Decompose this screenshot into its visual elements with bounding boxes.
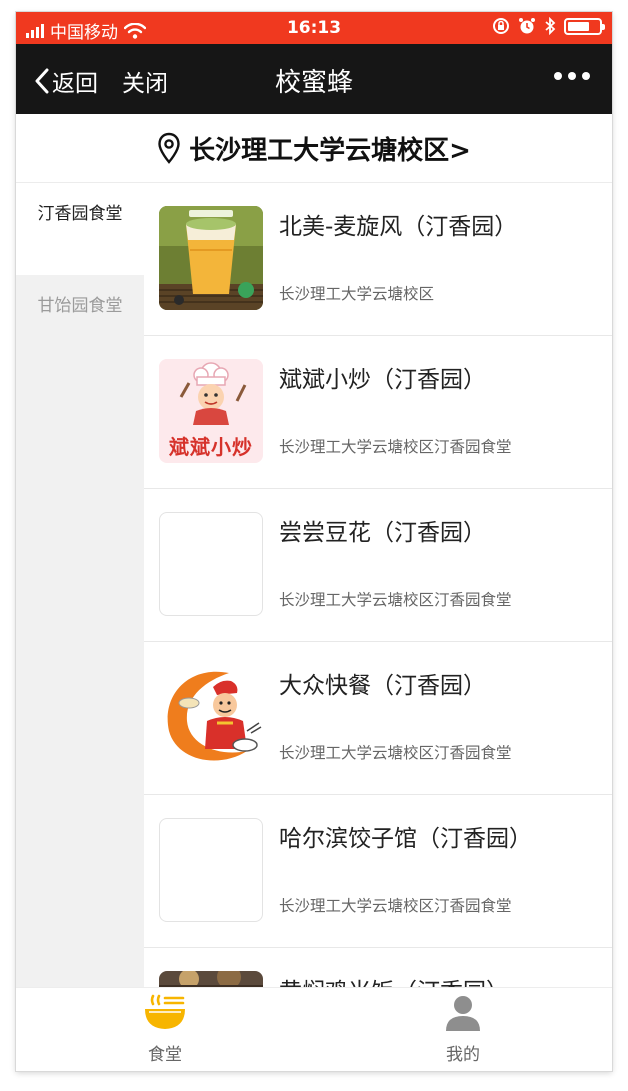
campus-name: 长沙理工大学云塘校区> (189, 135, 471, 166)
sidebar-item-label: 甘饴园食堂 (37, 296, 123, 316)
store-row[interactable]: 斌斌小炒 斌斌小炒（汀香园） 长沙理工大学云塘校区汀香园食堂 (144, 336, 612, 489)
store-address: 长沙理工大学云塘校区 (279, 285, 435, 303)
store-address: 长沙理工大学云塘校区汀香园食堂 (279, 897, 512, 915)
tab-bar: 食堂 我的 (16, 987, 612, 1071)
store-name: 北美-麦旋风（汀香园） (279, 214, 518, 240)
canteen-sidebar: 汀香园食堂 甘饴园食堂 (16, 183, 144, 987)
sidebar-item-ganyiyuan[interactable]: 甘饴园食堂 (16, 275, 144, 367)
status-right (492, 17, 605, 35)
store-name: 尝尝豆花（汀香园） (279, 520, 486, 546)
food-photo (159, 971, 263, 987)
store-row[interactable]: 黄焖鸡米饭（汀香园） (144, 948, 612, 987)
tab-canteen[interactable]: 食堂 (16, 988, 314, 1071)
battery-fill (568, 21, 589, 31)
nav-bar: 返回 关闭 校蜜蜂 (16, 44, 612, 114)
store-thumbnail (159, 206, 263, 310)
tab-label: 我的 (446, 1045, 480, 1065)
sidebar-item-label: 汀香园食堂 (37, 204, 123, 224)
store-name: 黄焖鸡米饭（汀香园） (279, 972, 509, 987)
milk-tea-photo (159, 206, 263, 310)
status-bar: 中国移动 16:13 (16, 12, 612, 44)
logo-text: 斌斌小炒 (169, 435, 253, 459)
store-thumbnail-blank (159, 818, 263, 922)
phone-screen: 中国移动 16:13 返回 关闭 校蜜蜂 长沙理工大学云塘校区> 汀香园食堂 甘… (16, 12, 612, 1071)
store-thumbnail: 斌斌小炒 (159, 359, 263, 463)
store-row[interactable]: 北美-麦旋风（汀香园） 长沙理工大学云塘校区 (144, 183, 612, 336)
more-dot (554, 72, 562, 80)
more-dot (568, 72, 576, 80)
cartoon-chef-logo (159, 665, 263, 769)
person-icon (446, 996, 480, 1031)
sidebar-item-tingxiangyuan[interactable]: 汀香园食堂 (16, 183, 144, 275)
store-name: 斌斌小炒（汀香园） (279, 367, 486, 393)
store-address: 长沙理工大学云塘校区汀香园食堂 (279, 744, 512, 762)
store-row[interactable]: 大众快餐（汀香园） 长沙理工大学云塘校区汀香园食堂 (144, 642, 612, 795)
tab-label: 食堂 (148, 1045, 182, 1065)
bowl-icon (145, 994, 185, 1029)
store-thumbnail (159, 971, 263, 987)
store-row[interactable]: 哈尔滨饺子馆（汀香园） 长沙理工大学云塘校区汀香园食堂 (144, 795, 612, 948)
bluetooth-icon (545, 17, 556, 35)
store-name: 哈尔滨饺子馆（汀香园） (279, 826, 532, 852)
page-title: 校蜜蜂 (274, 68, 353, 98)
location-pin-icon (158, 132, 180, 164)
store-thumbnail-blank (159, 512, 263, 616)
more-menu-button[interactable] (554, 72, 590, 80)
store-list: 北美-麦旋风（汀香园） 长沙理工大学云塘校区 斌斌小炒 斌斌小炒（汀香园） 长沙… (144, 183, 612, 987)
store-thumbnail (159, 665, 263, 769)
store-row[interactable]: 尝尝豆花（汀香园） 长沙理工大学云塘校区汀香园食堂 (144, 489, 612, 642)
campus-selector[interactable]: 长沙理工大学云塘校区> (16, 114, 612, 183)
rotation-lock-icon (493, 18, 509, 34)
battery-icon (564, 17, 605, 35)
store-name: 大众快餐（汀香园） (279, 673, 486, 699)
store-address: 长沙理工大学云塘校区汀香园食堂 (279, 438, 512, 456)
more-dot (582, 72, 590, 80)
alarm-icon (519, 18, 535, 34)
tab-mine[interactable]: 我的 (314, 988, 612, 1071)
store-address: 长沙理工大学云塘校区汀香园食堂 (279, 591, 512, 609)
chef-logo (159, 359, 263, 429)
